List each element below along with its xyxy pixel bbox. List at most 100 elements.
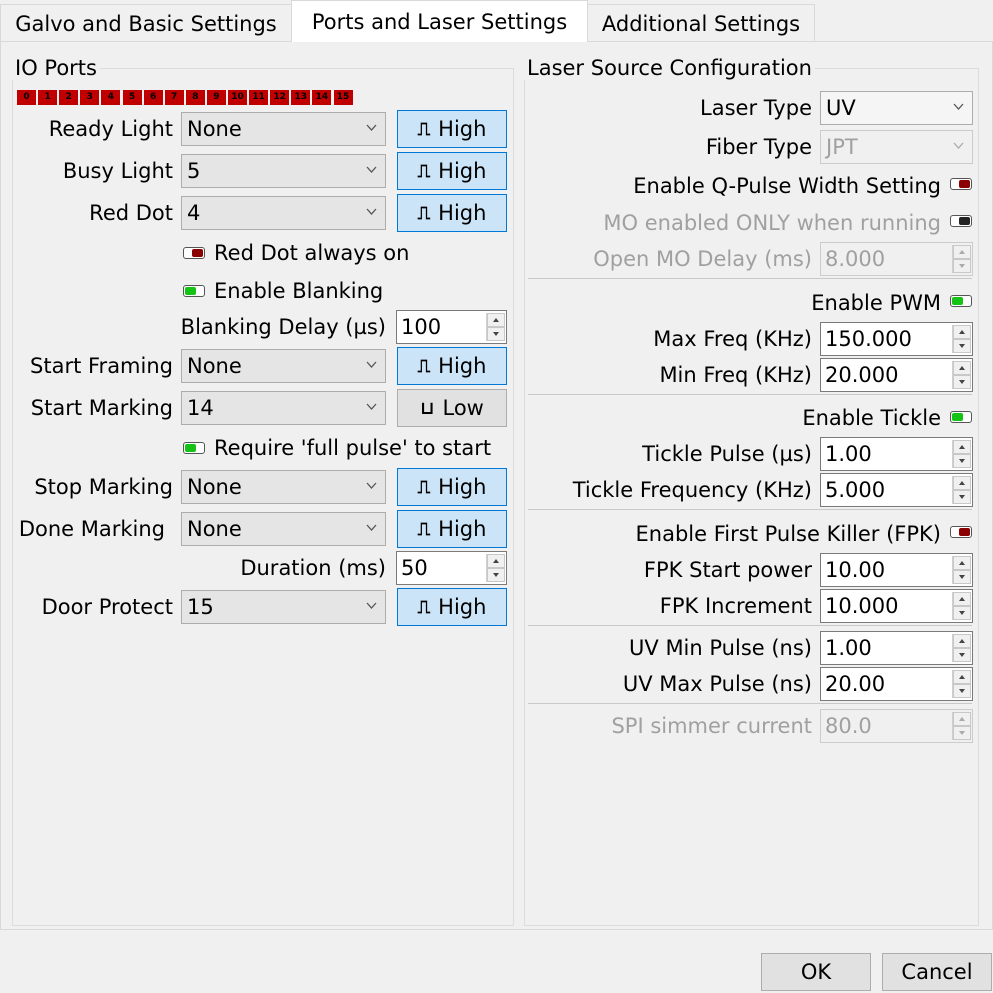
spin-buttons[interactable] (952, 440, 971, 468)
spin-buttons[interactable] (952, 670, 971, 698)
spin-buttons[interactable] (486, 313, 505, 341)
spin-up-icon[interactable] (953, 245, 971, 259)
enable-fpk-toggle[interactable] (950, 526, 972, 538)
ready-light-value: None (187, 117, 242, 141)
enable-pwm-toggle[interactable] (950, 295, 972, 307)
blanking-delay-input[interactable]: 100 (396, 310, 507, 344)
spin-up-icon[interactable] (953, 634, 971, 648)
door-protect-select[interactable]: 15 (181, 590, 386, 624)
fpk-increment-value: 10.000 (825, 594, 899, 618)
door-protect-level-button[interactable]: ⎍ High (397, 588, 507, 626)
busy-light-level-button[interactable]: ⎍ High (397, 152, 507, 190)
laser-type-select[interactable]: UV (820, 91, 973, 125)
spin-up-icon[interactable] (953, 325, 971, 339)
require-full-pulse-toggle[interactable] (183, 442, 205, 454)
spin-down-icon[interactable] (953, 684, 971, 698)
spin-buttons[interactable] (952, 325, 971, 353)
tickle-frequency-input[interactable]: 5.000 (820, 473, 973, 507)
enable-tickle-toggle[interactable] (950, 411, 972, 423)
spin-buttons[interactable] (952, 361, 971, 389)
start-marking-level-button[interactable]: ⊔ Low (397, 389, 507, 427)
fiber-type-select[interactable]: JPT (820, 130, 973, 164)
tickle-frequency-label: Tickle Frequency (KHz) (572, 478, 812, 502)
spin-buttons[interactable] (952, 556, 971, 584)
enable-pwm-label: Enable PWM (811, 291, 941, 315)
pulse-high-icon: ⎍ (417, 355, 431, 377)
cancel-button[interactable]: Cancel (882, 953, 992, 991)
tab-ports-laser[interactable]: Ports and Laser Settings (291, 0, 588, 42)
spin-down-icon[interactable] (953, 454, 971, 468)
red-dot-level-button[interactable]: ⎍ High (397, 194, 507, 232)
spin-buttons[interactable] (952, 592, 971, 620)
spin-buttons[interactable] (486, 554, 505, 582)
mo-enabled-running-label: MO enabled ONLY when running (603, 211, 941, 235)
min-freq-value: 20.000 (825, 363, 899, 387)
spin-up-icon[interactable] (487, 313, 505, 327)
duration-input[interactable]: 50 (396, 551, 507, 585)
spin-down-icon[interactable] (487, 568, 505, 582)
pulse-high-icon: ⎍ (417, 160, 431, 182)
spin-buttons[interactable] (952, 476, 971, 504)
spin-down-icon[interactable] (953, 490, 971, 504)
fpk-start-power-input[interactable]: 10.00 (820, 553, 973, 587)
tickle-pulse-input[interactable]: 1.00 (820, 437, 973, 471)
ok-button[interactable]: OK (761, 953, 871, 991)
red-dot-always-on-toggle[interactable] (183, 247, 205, 259)
done-marking-level-button[interactable]: ⎍ High (397, 510, 507, 548)
fpk-increment-input[interactable]: 10.000 (820, 589, 973, 623)
start-framing-select[interactable]: None (181, 349, 386, 383)
ready-light-level-button[interactable]: ⎍ High (397, 110, 507, 148)
start-framing-level-button[interactable]: ⎍ High (397, 347, 507, 385)
spin-down-icon[interactable] (953, 570, 971, 584)
spin-up-icon[interactable] (953, 712, 971, 726)
spin-down-icon[interactable] (953, 648, 971, 662)
tab-galvo-basic[interactable]: Galvo and Basic Settings (0, 4, 292, 42)
spin-up-icon[interactable] (953, 361, 971, 375)
max-freq-input[interactable]: 150.000 (820, 322, 973, 356)
ready-light-select[interactable]: None (181, 112, 386, 146)
busy-light-select[interactable]: 5 (181, 154, 386, 188)
duration-label: Duration (ms) (240, 556, 386, 580)
spin-up-icon[interactable] (953, 440, 971, 454)
spin-down-icon[interactable] (487, 327, 505, 341)
spin-down-icon[interactable] (953, 259, 971, 273)
enable-q-pulse-toggle[interactable] (950, 178, 972, 190)
open-mo-delay-value: 8.000 (825, 247, 886, 271)
spi-simmer-current-value: 80.0 (825, 714, 872, 738)
spin-down-icon[interactable] (953, 726, 971, 740)
open-mo-delay-input[interactable]: 8.000 (820, 242, 973, 276)
spin-up-icon[interactable] (953, 556, 971, 570)
spin-up-icon[interactable] (953, 476, 971, 490)
uv-min-pulse-input[interactable]: 1.00 (820, 631, 973, 665)
min-freq-input[interactable]: 20.000 (820, 358, 973, 392)
level-label: High (438, 475, 487, 499)
red-dot-select[interactable]: 4 (181, 196, 386, 230)
spin-down-icon[interactable] (953, 606, 971, 620)
enable-blanking-toggle[interactable] (183, 285, 205, 297)
stop-marking-label: Stop Marking (34, 475, 173, 499)
max-freq-label: Max Freq (KHz) (653, 327, 812, 351)
max-freq-value: 150.000 (825, 327, 912, 351)
spin-buttons[interactable] (952, 712, 971, 740)
stop-marking-level-button[interactable]: ⎍ High (397, 468, 507, 506)
tickle-frequency-value: 5.000 (825, 478, 886, 502)
port-indicator: 4 (101, 90, 121, 105)
stop-marking-select[interactable]: None (181, 470, 386, 504)
spin-down-icon[interactable] (953, 375, 971, 389)
busy-light-value: 5 (187, 159, 201, 183)
done-marking-select[interactable]: None (181, 512, 386, 546)
uv-max-pulse-input[interactable]: 20.00 (820, 667, 973, 701)
mo-enabled-running-toggle[interactable] (950, 215, 972, 227)
start-framing-label: Start Framing (30, 354, 173, 378)
port-indicator: 7 (164, 90, 184, 105)
spin-up-icon[interactable] (487, 554, 505, 568)
spin-down-icon[interactable] (953, 339, 971, 353)
spin-up-icon[interactable] (953, 592, 971, 606)
spi-simmer-current-input[interactable]: 80.0 (820, 709, 973, 743)
spin-buttons[interactable] (952, 245, 971, 273)
start-marking-select[interactable]: 14 (181, 391, 386, 425)
spin-up-icon[interactable] (953, 670, 971, 684)
tab-additional[interactable]: Additional Settings (587, 4, 815, 42)
spin-buttons[interactable] (952, 634, 971, 662)
toggle-knob (192, 249, 203, 257)
